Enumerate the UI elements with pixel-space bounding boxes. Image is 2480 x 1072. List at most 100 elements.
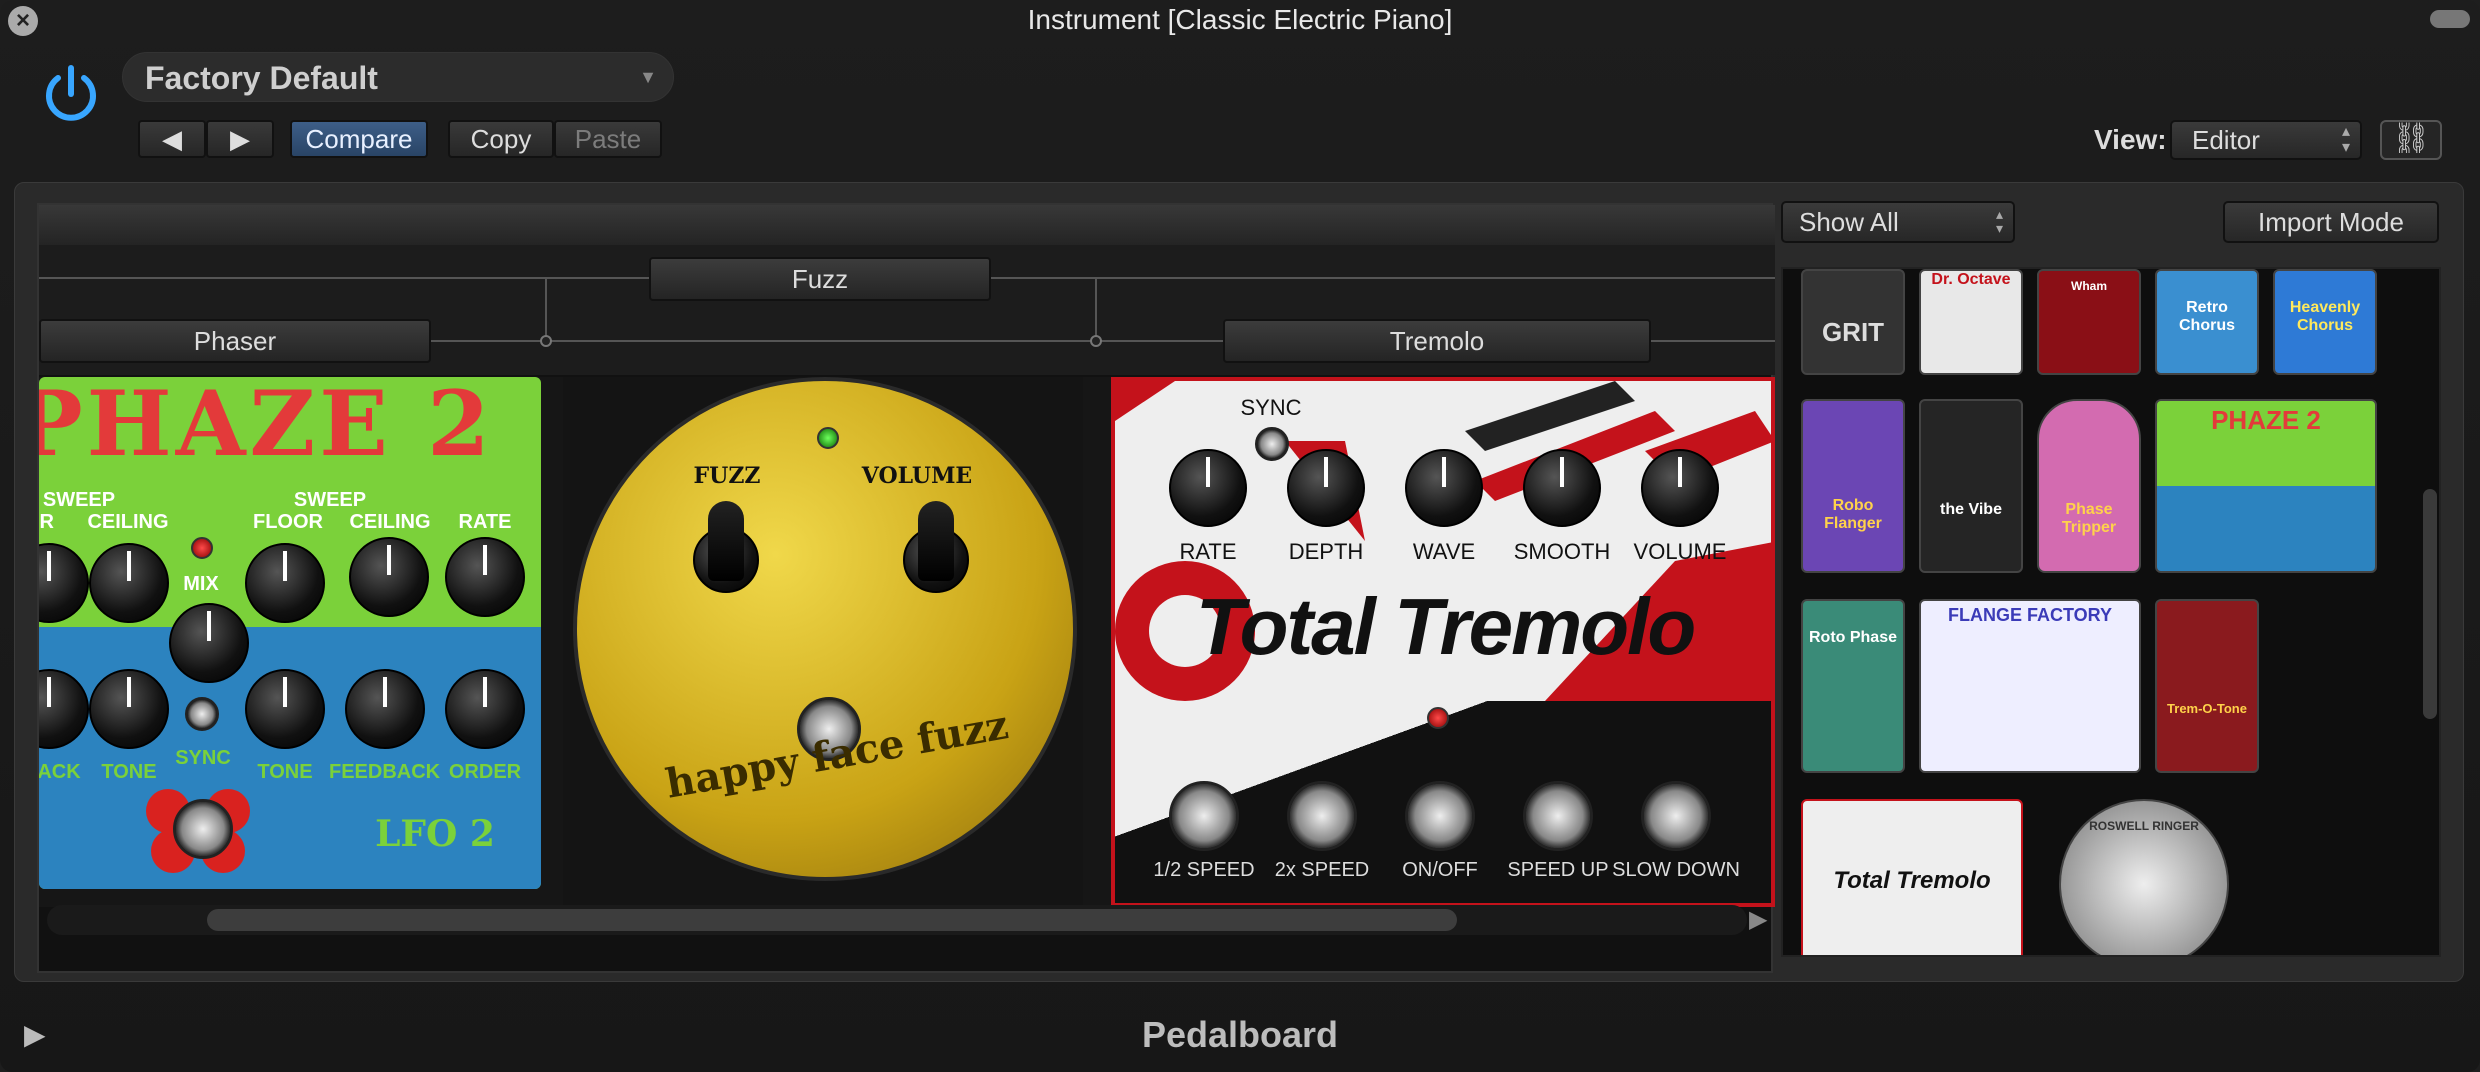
phaze-mix-label: MIX xyxy=(183,573,219,595)
scroll-thumb[interactable] xyxy=(207,909,1457,931)
phaze-knob-tone[interactable] xyxy=(89,669,169,749)
category-value: Show All xyxy=(1799,207,1899,237)
tremolo-label-wave: WAVE xyxy=(1412,539,1476,564)
phaze-knob-tone-2[interactable] xyxy=(245,669,325,749)
next-preset-button[interactable]: ▶ xyxy=(206,120,274,158)
category-select[interactable]: Show All ▴ ▾ xyxy=(1781,201,2015,243)
phaze-label: RATE xyxy=(458,511,512,533)
phaze-label: ORDER xyxy=(448,761,522,783)
chevron-down-icon: ▼ xyxy=(639,67,657,87)
pedal-thumb-roswell-ringer[interactable]: ROSWELL RINGER xyxy=(2059,799,2229,955)
pedal-thumb-dr-octave[interactable]: Dr. Octave xyxy=(1919,269,2023,375)
tremolo-led xyxy=(1427,707,1449,729)
fuzz-knob-pointer xyxy=(708,501,744,581)
tremolo-sync-switch[interactable] xyxy=(1255,427,1289,461)
phaze-label: FEEDBACK xyxy=(329,761,441,783)
footswitch-on-off[interactable] xyxy=(1405,781,1475,851)
pedal-browser: Show All ▴ ▾ Import Mode GRIT Dr. Octave … xyxy=(1781,201,2451,973)
pedal-grid: GRIT Dr. Octave Wham Retro Chorus Heaven… xyxy=(1781,267,2441,957)
pedal-board: Fuzz Phaser Tremolo PHAZE 2 SWEEP OR CEI… xyxy=(37,203,1775,973)
pedal-thumb-phaze2[interactable]: PHAZE 2 xyxy=(2155,399,2377,573)
routing-area: Fuzz Phaser Tremolo xyxy=(39,245,1775,375)
pedal-thumb-total-tremolo[interactable]: Total Tremolo xyxy=(1801,799,2023,955)
view-value: Editor xyxy=(2192,125,2260,155)
tremolo-knob-rate[interactable] xyxy=(1169,449,1247,527)
fuzz-led xyxy=(817,427,839,449)
link-icon[interactable]: ⛓ xyxy=(2380,120,2442,160)
pedal-thumb-trem-o-tone[interactable]: Trem-O-Tone xyxy=(2155,599,2259,773)
phaze-footswitch[interactable] xyxy=(173,799,233,859)
pedal-thumb-phase-tripper[interactable]: Phase Tripper xyxy=(2037,399,2141,573)
pedal-thumb-roto-phase[interactable]: Roto Phase xyxy=(1801,599,1905,773)
tremolo-pedal[interactable]: SYNC RATE DEPTH WAVE SMOOTH VOLUME Total… xyxy=(1111,377,1775,907)
phaze2-pedal[interactable]: PHAZE 2 SWEEP OR CEILING FLOOR SWEEP CEI… xyxy=(39,377,541,889)
routing-line xyxy=(545,277,547,341)
footswitch-2x-speed[interactable] xyxy=(1287,781,1357,851)
fuzz-pedal[interactable]: FUZZ VOLUME happy face fuzz xyxy=(563,377,1083,907)
volume-knob-pointer xyxy=(918,501,954,581)
tremolo-label-smooth: SMOOTH xyxy=(1513,539,1611,564)
compare-button[interactable]: Compare xyxy=(290,120,428,158)
preset-menu[interactable]: Factory Default ▼ xyxy=(122,52,674,102)
vertical-scrollbar[interactable] xyxy=(2423,489,2437,719)
paste-button[interactable]: Paste xyxy=(554,120,662,158)
phaze-lfo-label: LFO 2 xyxy=(375,813,495,855)
updown-icon: ▴ ▾ xyxy=(2341,123,2350,156)
tremolo-knob-volume[interactable] xyxy=(1641,449,1719,527)
routing-node[interactable] xyxy=(1090,335,1102,347)
phaze-label: FLOOR xyxy=(253,511,323,533)
phaze-knob-ceiling[interactable] xyxy=(89,543,169,623)
power-icon[interactable] xyxy=(38,60,104,126)
pedal-thumb-robo-flanger[interactable]: Robo Flanger xyxy=(1801,399,1905,573)
tremolo-knob-smooth[interactable] xyxy=(1523,449,1601,527)
routing-line xyxy=(1095,277,1097,341)
phaze-knob-floor[interactable] xyxy=(245,543,325,623)
pedal-thumb-flange-factory[interactable]: FLANGE FACTORY xyxy=(1919,599,2141,773)
bus-fuzz[interactable]: Fuzz xyxy=(649,257,991,301)
footswitch-slow-down[interactable] xyxy=(1641,781,1711,851)
view-select[interactable]: Editor ▴ ▾ xyxy=(2170,120,2362,160)
tremolo-label-rate: RATE xyxy=(1179,539,1237,564)
pedal-thumb-the-vibe[interactable]: the Vibe xyxy=(1919,399,2023,573)
view-label: View: xyxy=(2094,124,2167,155)
fuzz-body: FUZZ VOLUME happy face fuzz xyxy=(573,377,1077,881)
updown-icon: ▴ ▾ xyxy=(1995,206,2003,236)
pedalboard-panel: Fuzz Phaser Tremolo PHAZE 2 SWEEP OR CEI… xyxy=(14,182,2464,982)
phaze-knob-mix[interactable] xyxy=(169,603,249,683)
footswitch-half-speed[interactable] xyxy=(1169,781,1239,851)
scroll-right-icon[interactable]: ▶ xyxy=(1749,905,1767,934)
phaze-knob-ceiling-2[interactable] xyxy=(349,537,429,617)
pedal-thumb-wham[interactable]: Wham xyxy=(2037,269,2141,375)
fuzz-knob-label: FUZZ xyxy=(693,463,761,489)
footswitch-label: SLOW DOWN xyxy=(1612,859,1740,881)
phaze-label: CEILING xyxy=(87,511,169,533)
prev-preset-button[interactable]: ◀ xyxy=(138,120,206,158)
tremolo-knob-depth[interactable] xyxy=(1287,449,1365,527)
bus-tremolo[interactable]: Tremolo xyxy=(1223,319,1651,363)
phaze-label: CEILING xyxy=(349,511,431,533)
import-mode-button[interactable]: Import Mode xyxy=(2223,201,2439,243)
pedal-thumb-heavenly-chorus[interactable]: Heavenly Chorus xyxy=(2273,269,2377,375)
tremolo-sync-label: SYNC xyxy=(1240,395,1302,420)
phaze-knob-rate[interactable] xyxy=(445,537,525,617)
phaze-label: OR xyxy=(39,511,54,533)
bus-phaser[interactable]: Phaser xyxy=(39,319,431,363)
phaze-knob-feedback[interactable] xyxy=(345,669,425,749)
horizontal-scrollbar[interactable] xyxy=(47,905,1747,935)
preset-name: Factory Default xyxy=(145,60,378,96)
pedal-thumb-retro-chorus[interactable]: Retro Chorus xyxy=(2155,269,2259,375)
plugin-window: × Instrument [Classic Electric Piano] Fa… xyxy=(0,0,2480,1072)
phaze-sync-switch[interactable] xyxy=(185,697,219,731)
pedal-row: PHAZE 2 SWEEP OR CEILING FLOOR SWEEP CEI… xyxy=(39,377,1775,907)
phaze-knob[interactable] xyxy=(39,543,89,623)
routing-header[interactable] xyxy=(39,205,1775,245)
copy-button[interactable]: Copy xyxy=(448,120,554,158)
phaze-led xyxy=(191,537,213,559)
routing-node[interactable] xyxy=(540,335,552,347)
footswitch-speed-up[interactable] xyxy=(1523,781,1593,851)
pedal-thumb-grit[interactable]: GRIT xyxy=(1801,269,1905,375)
phaze-knob-order[interactable] xyxy=(445,669,525,749)
minimize-icon[interactable] xyxy=(2430,10,2470,28)
tremolo-knob-wave[interactable] xyxy=(1405,449,1483,527)
window-title: Instrument [Classic Electric Piano] xyxy=(1027,4,1453,35)
